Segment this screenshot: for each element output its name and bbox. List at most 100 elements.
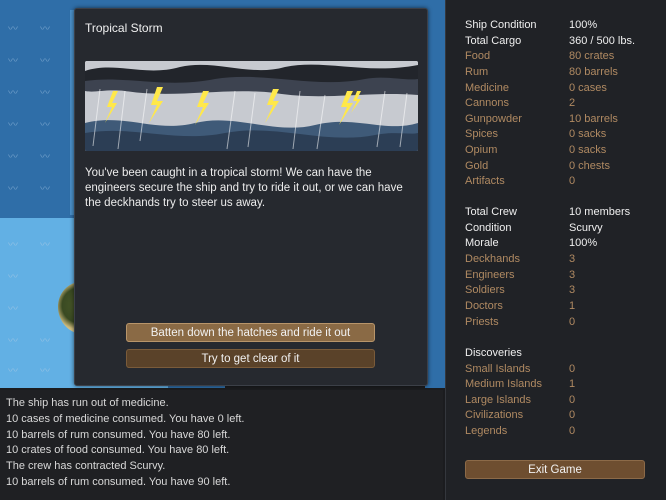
cargo-value: 80 barrels [569, 66, 618, 78]
wave-icon: 〰 [8, 120, 18, 131]
discovery-value: 1 [569, 378, 576, 390]
crew-role-value: 3 [569, 269, 576, 281]
wave-icon: 〰 [40, 366, 50, 377]
wave-icon: 〰 [8, 336, 18, 347]
cargo-value: 80 crates [569, 50, 615, 62]
discovery-value: 0 [569, 394, 576, 406]
event-log[interactable]: The ship has run out of medicine. 10 cas… [0, 390, 443, 500]
discovery-row-civilizations: Civilizations 0 [465, 409, 665, 423]
crew-condition-label: Condition [465, 222, 512, 234]
crew-row-deckhands: Deckhands 3 [465, 253, 665, 267]
total-cargo-value: 360 / 500 lbs. [569, 35, 636, 47]
wave-icon: 〰 [40, 88, 50, 99]
crew-row-soldiers: Soldiers 3 [465, 284, 665, 298]
cargo-row-opium: Opium 0 sacks [465, 144, 665, 158]
crew-role-label: Doctors [465, 300, 503, 312]
discovery-value: 0 [569, 363, 576, 375]
morale-value: 100% [569, 237, 598, 249]
discovery-row-legends: Legends 0 [465, 425, 665, 439]
cargo-value: 0 chests [569, 160, 610, 172]
discovery-row-large-islands: Large Islands 0 [465, 394, 665, 408]
cargo-row-rum: Rum 80 barrels [465, 66, 665, 80]
discovery-label: Large Islands [465, 394, 532, 406]
discovery-label: Civilizations [465, 409, 524, 421]
cargo-label: Cannons [465, 97, 510, 109]
discoveries-header: Discoveries [465, 347, 522, 359]
total-crew-value: 10 members [569, 206, 631, 218]
cargo-value: 2 [569, 97, 576, 109]
total-cargo-label: Total Cargo [465, 35, 522, 47]
dialog-body: You've been caught in a tropical storm! … [85, 167, 403, 209]
cargo-value: 10 barrels [569, 113, 618, 125]
storm-illustration [85, 61, 418, 151]
wave-icon: 〰 [8, 24, 18, 35]
crew-role-value: 3 [569, 284, 576, 296]
status-panel: Ship Condition 100% Total Cargo 360 / 50… [445, 0, 666, 500]
wave-icon: 〰 [8, 240, 18, 251]
crew-role-label: Deckhands [465, 253, 521, 265]
wave-icon: 〰 [8, 304, 18, 315]
ship-condition-row: Ship Condition 100% [465, 19, 665, 33]
wave-icon: 〰 [40, 336, 50, 347]
crew-role-value: 3 [569, 253, 576, 265]
cargo-label: Rum [465, 66, 489, 78]
discovery-row-medium-islands: Medium Islands 1 [465, 378, 665, 392]
ship-condition-value: 100% [569, 19, 598, 31]
total-cargo-row: Total Cargo 360 / 500 lbs. [465, 35, 665, 49]
cargo-label: Gunpowder [465, 113, 522, 125]
total-crew-row: Total Crew 10 members [465, 206, 665, 220]
wave-icon: 〰 [40, 184, 50, 195]
cargo-label: Opium [465, 144, 498, 156]
wave-icon: 〰 [40, 240, 50, 251]
cargo-label: Spices [465, 128, 499, 140]
crew-row-doctors: Doctors 1 [465, 300, 665, 314]
event-dialog: Tropical Storm You've been caught in a t… [74, 8, 428, 386]
crew-role-value: 1 [569, 300, 576, 312]
morale-label: Morale [465, 237, 499, 249]
wave-icon: 〰 [8, 272, 18, 283]
cargo-row-medicine: Medicine 0 cases [465, 82, 665, 96]
wave-icon: 〰 [8, 88, 18, 99]
cargo-row-artifacts: Artifacts 0 [465, 175, 665, 189]
wave-icon: 〰 [40, 152, 50, 163]
cargo-row-gunpowder: Gunpowder 10 barrels [465, 113, 665, 127]
ship-condition-label: Ship Condition [465, 19, 537, 31]
cargo-row-food: Food 80 crates [465, 50, 665, 64]
cargo-row-spices: Spices 0 sacks [465, 128, 665, 142]
crew-role-label: Soldiers [465, 284, 505, 296]
wave-icon: 〰 [8, 366, 18, 377]
log-entry: 10 cases of medicine consumed. You have … [6, 413, 245, 425]
log-entry: 10 crates of food consumed. You have 80 … [6, 444, 230, 456]
wave-icon: 〰 [40, 56, 50, 67]
wave-icon: 〰 [40, 120, 50, 131]
crew-role-label: Priests [465, 316, 499, 328]
exit-game-button[interactable]: Exit Game [465, 460, 645, 479]
log-entry: 10 barrels of rum consumed. You have 80 … [6, 429, 231, 441]
cargo-row-gold: Gold 0 chests [465, 160, 665, 174]
cargo-label: Food [465, 50, 491, 62]
log-entry: The ship has run out of medicine. [6, 397, 169, 409]
discovery-label: Medium Islands [465, 378, 543, 390]
discovery-label: Small Islands [465, 363, 531, 375]
crew-row-engineers: Engineers 3 [465, 269, 665, 283]
get-clear-button[interactable]: Try to get clear of it [126, 349, 375, 368]
crew-row-priests: Priests 0 [465, 316, 665, 330]
discovery-value: 0 [569, 409, 576, 421]
discovery-value: 0 [569, 425, 576, 437]
discovery-row-small-islands: Small Islands 0 [465, 363, 665, 377]
morale-row: Morale 100% [465, 237, 665, 251]
cargo-value: 0 sacks [569, 144, 607, 156]
total-crew-label: Total Crew [465, 206, 517, 218]
log-entry: 10 barrels of rum consumed. You have 90 … [6, 476, 231, 488]
crew-condition-row: Condition Scurvy [465, 222, 665, 236]
wave-icon: 〰 [8, 56, 18, 67]
dialog-title: Tropical Storm [85, 21, 163, 35]
log-entry: The crew has contracted Scurvy. [6, 460, 166, 472]
crew-role-value: 0 [569, 316, 576, 328]
wave-icon: 〰 [8, 152, 18, 163]
cargo-label: Medicine [465, 82, 510, 94]
cargo-row-cannons: Cannons 2 [465, 97, 665, 111]
discoveries-header-row: Discoveries [465, 347, 665, 361]
cargo-label: Artifacts [465, 175, 505, 187]
ride-it-out-button[interactable]: Batten down the hatches and ride it out [126, 323, 375, 342]
